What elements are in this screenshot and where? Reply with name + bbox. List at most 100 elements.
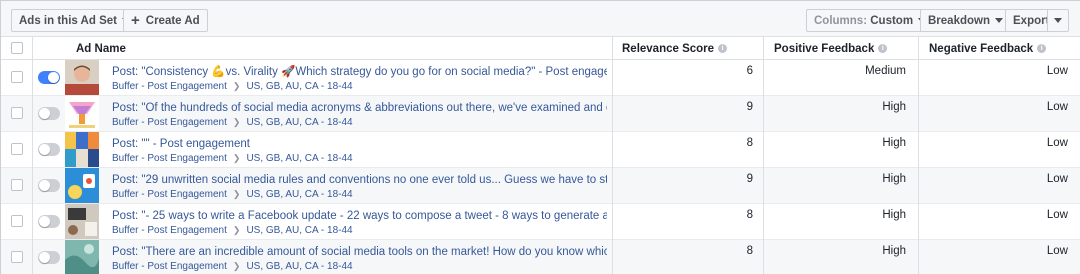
plus-icon: +: [131, 12, 140, 29]
header-negative-label: Negative Feedback: [929, 42, 1034, 55]
header-positive-feedback[interactable]: Positive Feedback i: [774, 37, 888, 60]
relevance-score-value: 8: [746, 137, 753, 149]
ad-title-link[interactable]: Post: "There are an incredible amount of…: [112, 245, 607, 259]
campaign-link[interactable]: Buffer - Post Engagement: [112, 261, 227, 272]
ad-status-toggle[interactable]: [38, 107, 60, 120]
ad-set-link[interactable]: US, GB, AU, CA - 18-44: [246, 117, 352, 128]
chevron-right-icon: ❯: [232, 153, 241, 163]
toggle-knob: [39, 108, 50, 119]
ad-thumbnail[interactable]: [65, 132, 99, 167]
ad-name-cell: Post: "" - Post engagement Buffer - Post …: [112, 137, 607, 166]
ad-breadcrumb: Buffer - Post Engagement ❯ US, GB, AU, CA …: [112, 187, 607, 202]
ad-status-toggle[interactable]: [38, 251, 60, 264]
select-all-checkbox[interactable]: [11, 42, 23, 54]
campaign-link[interactable]: Buffer - Post Engagement: [112, 153, 227, 164]
ad-thumbnail[interactable]: [65, 240, 99, 274]
ad-thumbnail[interactable]: [65, 96, 99, 131]
ad-status-toggle[interactable]: [38, 143, 60, 156]
create-ad-button[interactable]: + Create Ad: [123, 9, 208, 32]
ad-thumbnail[interactable]: [65, 204, 99, 239]
negative-feedback-value: Low: [1046, 137, 1068, 149]
ad-name-cell: Post: "There are an incredible amount of…: [112, 245, 607, 274]
ad-set-link[interactable]: US, GB, AU, CA - 18-44: [246, 225, 352, 236]
ad-breadcrumb: Buffer - Post Engagement ❯ US, GB, AU, CA …: [112, 115, 607, 130]
info-icon[interactable]: i: [1037, 44, 1047, 53]
positive-feedback-value: High: [882, 101, 906, 113]
ad-title-link[interactable]: Post: "Of the hundreds of social media a…: [112, 101, 607, 115]
relevance-score-value: 8: [746, 245, 753, 257]
header-relevance-label: Relevance Score: [622, 42, 715, 55]
campaign-link[interactable]: Buffer - Post Engagement: [112, 225, 227, 236]
negative-feedback-value: Low: [1046, 245, 1068, 257]
negative-feedback-value: Low: [1046, 173, 1068, 185]
ad-name-cell: Post: "- 25 ways to write a Facebook upd…: [112, 209, 607, 238]
ad-title-link[interactable]: Post: "- 25 ways to write a Facebook upd…: [112, 209, 607, 223]
positive-feedback-value: High: [882, 173, 906, 185]
ad-set-link[interactable]: US, GB, AU, CA - 18-44: [246, 81, 352, 92]
header-ad-name[interactable]: Ad Name: [76, 37, 126, 60]
ad-breadcrumb: Buffer - Post Engagement ❯ US, GB, AU, CA …: [112, 151, 607, 166]
ad-set-link[interactable]: US, GB, AU, CA - 18-44: [246, 153, 352, 164]
chevron-right-icon: ❯: [232, 225, 241, 235]
ad-breadcrumb: Buffer - Post Engagement ❯ US, GB, AU, CA …: [112, 79, 607, 94]
toggle-knob: [39, 252, 50, 263]
toggle-knob: [39, 144, 50, 155]
campaign-link[interactable]: Buffer - Post Engagement: [112, 81, 227, 92]
toggle-knob: [39, 180, 50, 191]
columns-dropdown[interactable]: Columns: Custom: [806, 9, 935, 32]
ad-status-toggle[interactable]: [38, 215, 60, 228]
chevron-right-icon: ❯: [232, 117, 241, 127]
column-divider: [612, 37, 613, 274]
toggle-knob: [39, 216, 50, 227]
columns-value: Custom: [870, 14, 914, 27]
breakdown-label: Breakdown: [928, 14, 990, 27]
relevance-score-value: 9: [746, 101, 753, 113]
relevance-score-value: 8: [746, 209, 753, 221]
row-checkbox[interactable]: [11, 215, 23, 227]
ad-status-toggle[interactable]: [38, 179, 60, 192]
info-icon[interactable]: i: [718, 44, 728, 53]
ad-breadcrumb: Buffer - Post Engagement ❯ US, GB, AU, CA …: [112, 259, 607, 274]
ads-manager-table-view: Ads in this Ad Set + Create Ad Columns: …: [0, 0, 1080, 274]
ad-thumbnail[interactable]: [65, 168, 99, 203]
ad-status-toggle[interactable]: [38, 71, 60, 84]
ad-title-link[interactable]: Post: "Consistency 💪vs. Virality 🚀Which …: [112, 65, 607, 79]
campaign-link[interactable]: Buffer - Post Engagement: [112, 189, 227, 200]
ad-breadcrumb: Buffer - Post Engagement ❯ US, GB, AU, CA …: [112, 223, 607, 238]
campaign-link[interactable]: Buffer - Post Engagement: [112, 117, 227, 128]
info-icon[interactable]: i: [878, 44, 888, 53]
export-label: Export: [1013, 14, 1050, 27]
chevron-right-icon: ❯: [232, 189, 241, 199]
header-relevance-score[interactable]: Relevance Score i: [622, 37, 728, 60]
positive-feedback-value: High: [882, 245, 906, 257]
column-divider: [763, 37, 764, 274]
row-checkbox[interactable]: [11, 179, 23, 191]
ad-set-link[interactable]: US, GB, AU, CA - 18-44: [246, 189, 352, 200]
create-ad-label: Create Ad: [145, 14, 200, 27]
ad-name-cell: Post: "29 unwritten social media rules a…: [112, 173, 607, 202]
ad-set-link[interactable]: US, GB, AU, CA - 18-44: [246, 261, 352, 272]
ad-title-link[interactable]: Post: "29 unwritten social media rules a…: [112, 173, 607, 187]
toolbar: Ads in this Ad Set + Create Ad Columns: …: [1, 1, 1080, 37]
negative-feedback-value: Low: [1046, 209, 1068, 221]
export-menu-button[interactable]: [1047, 9, 1069, 32]
row-checkbox[interactable]: [11, 251, 23, 263]
columns-prefix: Columns:: [814, 14, 868, 27]
positive-feedback-value: Medium: [865, 65, 906, 77]
row-checkbox[interactable]: [11, 143, 23, 155]
row-checkbox[interactable]: [11, 107, 23, 119]
positive-feedback-value: High: [882, 209, 906, 221]
header-ad-name-label: Ad Name: [76, 42, 126, 55]
positive-feedback-value: High: [882, 137, 906, 149]
ad-name-cell: Post: "Of the hundreds of social media a…: [112, 101, 607, 130]
negative-feedback-value: Low: [1046, 101, 1068, 113]
ads-in-set-dropdown[interactable]: Ads in this Ad Set: [11, 9, 138, 32]
negative-feedback-value: Low: [1046, 65, 1068, 77]
header-negative-feedback[interactable]: Negative Feedback i: [929, 37, 1047, 60]
ad-thumbnail[interactable]: [65, 60, 99, 95]
header-positive-label: Positive Feedback: [774, 42, 875, 55]
ad-title-link[interactable]: Post: "" - Post engagement: [112, 137, 607, 151]
row-checkbox[interactable]: [11, 71, 23, 83]
chevron-right-icon: ❯: [232, 81, 241, 91]
breakdown-dropdown[interactable]: Breakdown: [920, 9, 1011, 32]
